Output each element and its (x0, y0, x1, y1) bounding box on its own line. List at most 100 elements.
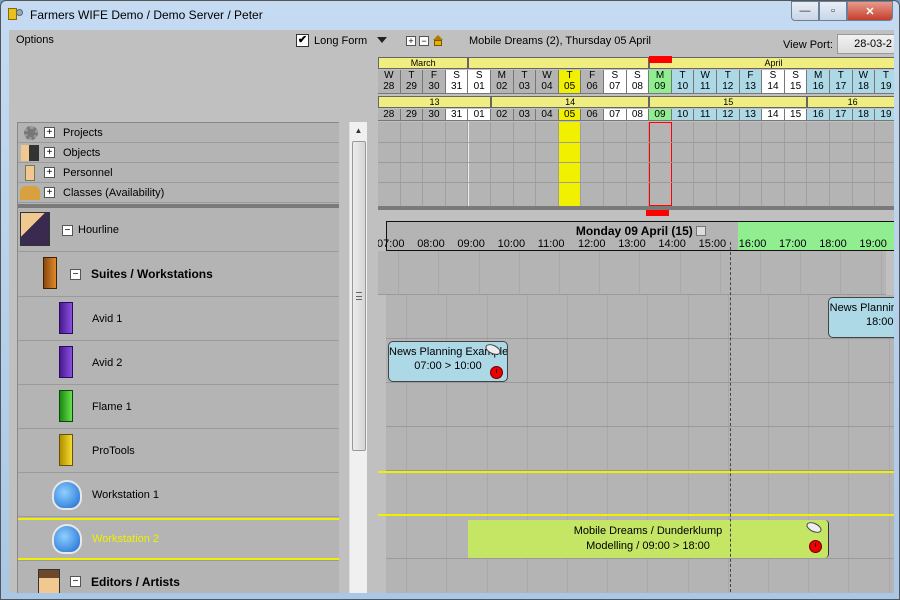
scrollbar-thumb[interactable] (352, 141, 366, 451)
expand-icon[interactable]: + (44, 127, 55, 138)
tree-item-personnel[interactable]: + Personnel (18, 163, 339, 183)
week-day-cell[interactable]: 13 (739, 109, 763, 121)
collapse-icon[interactable]: − (70, 576, 81, 587)
expand-icon[interactable]: + (44, 147, 55, 158)
booking-block[interactable]: News Planning 18:00 > (828, 297, 894, 338)
week-day-cell[interactable]: 08 (626, 109, 650, 121)
collapse-icon[interactable]: − (70, 269, 81, 280)
tree-scrollbar[interactable]: ▲ (349, 122, 367, 593)
tree-resource-workstation-1[interactable]: Workstation 1 (18, 473, 339, 517)
day-header[interactable]: T 10 (671, 70, 695, 94)
week-day-cell[interactable]: 02 (491, 109, 514, 121)
expand-icon[interactable]: + (44, 167, 55, 178)
week-day-cell[interactable]: 06 (581, 109, 604, 121)
week-day-cell[interactable]: 17 (830, 109, 853, 121)
week-day-cell[interactable]: 15 (784, 109, 808, 121)
day-header[interactable]: T 12 (717, 70, 740, 94)
calendar-grid-column[interactable] (694, 122, 717, 206)
calendar-grid-column[interactable] (401, 122, 424, 206)
collapse-icon[interactable]: − (62, 225, 73, 236)
calendar-grid-column[interactable] (468, 122, 491, 206)
timeline-row[interactable] (378, 251, 886, 295)
week-day-cell[interactable]: 31 (445, 109, 469, 121)
tree-item-hourline[interactable]: − Hourline (18, 208, 339, 252)
calendar-grid-column[interactable] (604, 122, 627, 206)
calendar-grid-column[interactable] (536, 122, 559, 206)
day-header[interactable]: W 11 (694, 70, 717, 94)
tree-item-classes[interactable]: + Classes (Availability) (18, 183, 339, 203)
calendar-grid-column[interactable] (423, 122, 446, 206)
title-bar[interactable]: Farmers WIFE Demo / Demo Server / Peter … (1, 1, 900, 29)
calendar-grid-column[interactable] (514, 122, 537, 206)
day-header[interactable]: M 09 (649, 70, 672, 94)
day-header[interactable]: M 02 (491, 70, 514, 94)
day-header[interactable]: S 07 (604, 70, 627, 94)
expand-all-button[interactable]: + (406, 36, 416, 46)
minimize-button[interactable]: — (791, 1, 819, 21)
calendar-grid-column[interactable] (853, 122, 876, 206)
month-header[interactable]: March (378, 57, 469, 69)
tree-resource-avid-1[interactable]: Avid 1 (18, 297, 339, 341)
day-header[interactable]: W 28 (378, 70, 401, 94)
week-header[interactable]: 16 (807, 96, 894, 108)
tree-resource-flame-1[interactable]: Flame 1 (18, 385, 339, 429)
tree-resource-workstation-2[interactable]: Workstation 2 (18, 517, 339, 561)
week-day-cell[interactable]: 28 (378, 109, 401, 121)
day-header[interactable]: T 05 (558, 70, 582, 94)
alarm-clock-icon[interactable] (490, 366, 503, 379)
day-header[interactable]: S 31 (445, 70, 469, 94)
tree-item-objects[interactable]: + Objects (18, 143, 339, 163)
calendar-grid-column[interactable] (875, 122, 894, 206)
week-day-cell[interactable]: 11 (694, 109, 717, 121)
day-header[interactable]: S 14 (762, 70, 785, 94)
timeline-row[interactable] (386, 295, 894, 339)
day-header[interactable]: T 17 (830, 70, 853, 94)
calendar-grid-column[interactable] (672, 122, 695, 206)
calendar-grid-column[interactable] (717, 122, 740, 206)
week-day-cell[interactable]: 04 (536, 109, 559, 121)
today-marker[interactable] (649, 56, 672, 63)
timeline-row[interactable] (386, 427, 894, 471)
week-header[interactable]: 13 (378, 96, 491, 108)
timeline-row[interactable] (386, 559, 894, 593)
day-header[interactable]: T 03 (513, 70, 537, 94)
calendar-grid-column[interactable] (649, 122, 672, 206)
week-day-cell[interactable]: 01 (468, 109, 491, 121)
week-day-cell[interactable]: 07 (604, 109, 627, 121)
tree-group-editors[interactable]: − Editors / Artists (18, 563, 339, 593)
week-day-cell[interactable]: 14 (762, 109, 785, 121)
maximize-button[interactable]: ▫ (819, 1, 847, 21)
collapse-all-button[interactable]: − (419, 36, 429, 46)
week-day-cell[interactable]: 16 (807, 109, 830, 121)
calendar-grid-column[interactable] (830, 122, 853, 206)
calendar-grid-column[interactable] (807, 122, 830, 206)
alarm-clock-icon[interactable] (809, 540, 822, 553)
day-header[interactable]: S 01 (468, 70, 491, 94)
week-header[interactable]: 15 (649, 96, 808, 108)
day-header[interactable]: T 29 (400, 70, 424, 94)
day-header[interactable]: W 04 (536, 70, 559, 94)
calendar-grid-column[interactable] (581, 122, 604, 206)
options-menu[interactable]: Options (16, 34, 54, 46)
calendar-grid-column[interactable] (740, 122, 763, 206)
tree-resource-protools[interactable]: ProTools (18, 429, 339, 473)
long-form-checkbox[interactable]: ✔ (296, 34, 309, 47)
tree-item-projects[interactable]: + Projects (18, 123, 339, 143)
week-day-cell[interactable]: 03 (513, 109, 537, 121)
calendar-grid-column[interactable] (785, 122, 808, 206)
calendar-grid-column[interactable] (378, 122, 401, 206)
scroll-up-arrow-icon[interactable]: ▲ (350, 122, 367, 140)
day-header[interactable]: F 30 (423, 70, 446, 94)
month-header[interactable] (468, 57, 650, 69)
day-header[interactable]: M 16 (807, 70, 830, 94)
day-header[interactable]: F 06 (581, 70, 604, 94)
day-header[interactable]: W 18 (852, 70, 876, 94)
month-header[interactable]: April (649, 57, 894, 69)
timeline-row[interactable] (386, 471, 894, 515)
calendar-grid-column[interactable] (446, 122, 469, 206)
calendar-grid-column[interactable] (491, 122, 514, 206)
week-header[interactable]: 14 (491, 96, 650, 108)
week-day-cell[interactable]: 05 (558, 109, 582, 121)
tree-group-suites[interactable]: − Suites / Workstations (18, 252, 339, 297)
week-day-cell[interactable]: 18 (852, 109, 876, 121)
